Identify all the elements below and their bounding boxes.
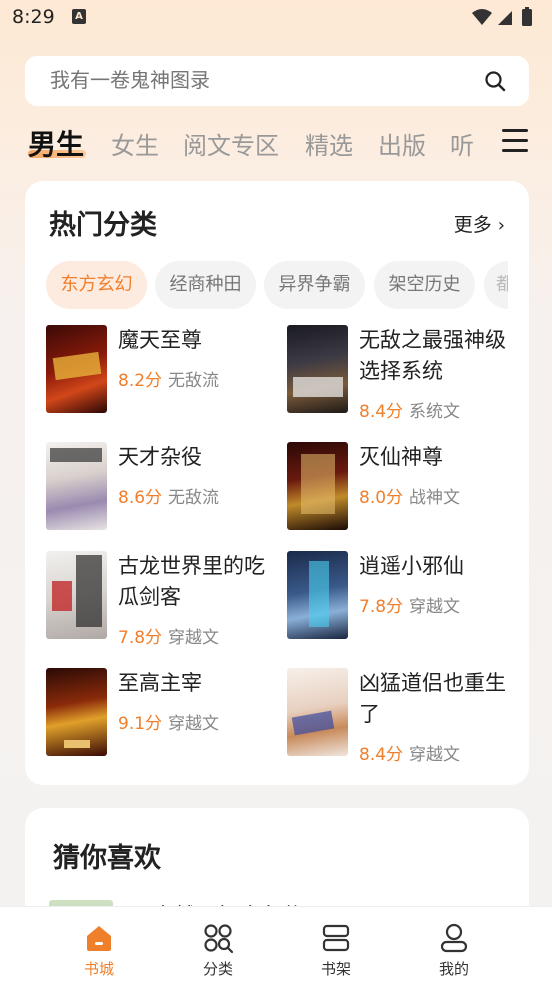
book-meta: 8.2分 无敌流 bbox=[118, 366, 219, 391]
hot-categories-card: 热门分类 更多 › 东方玄幻 经商种田 异界争霸 架空历史 都 魔天至尊 8.2分… bbox=[25, 181, 529, 785]
book-cover bbox=[46, 668, 107, 756]
book-score: 8.4分 bbox=[359, 745, 404, 765]
book-title: 凶猛道侣也重生了 bbox=[359, 671, 506, 726]
category-icon bbox=[204, 924, 234, 954]
book-item[interactable]: 灭仙神尊 8.0分 战神文 bbox=[287, 442, 517, 534]
book-score: 8.2分 bbox=[118, 371, 163, 391]
chip-alt-history[interactable]: 架空历史 bbox=[374, 261, 475, 309]
book-cover bbox=[287, 551, 348, 639]
nav-bookshelf[interactable]: 书架 bbox=[286, 907, 386, 983]
book-score: 9.1分 bbox=[118, 714, 163, 734]
nav-bookstore[interactable]: 书城 bbox=[49, 907, 149, 983]
book-tag: 穿越文 bbox=[409, 597, 461, 617]
search-bar[interactable] bbox=[25, 56, 529, 106]
book-item[interactable]: 逍遥小邪仙 7.8分 穿越文 bbox=[287, 551, 517, 643]
book-score: 7.8分 bbox=[359, 597, 404, 617]
book-cover bbox=[287, 325, 348, 413]
book-score: 8.6分 bbox=[118, 488, 163, 508]
book-tag: 无敌流 bbox=[168, 488, 220, 508]
book-title: 古龙世界里的吃瓜剑客 bbox=[118, 554, 265, 609]
book-meta: 8.4分 系统文 bbox=[359, 397, 460, 422]
book-title: 至高主宰 bbox=[118, 671, 202, 695]
section-title: 热门分类 bbox=[49, 210, 157, 241]
home-icon bbox=[87, 926, 111, 951]
book-title: 逍遥小邪仙 bbox=[359, 554, 464, 578]
nav-category[interactable]: 分类 bbox=[168, 907, 268, 983]
search-icon[interactable] bbox=[483, 69, 507, 93]
book-cover bbox=[287, 668, 348, 756]
chip-otherworld[interactable]: 异界争霸 bbox=[264, 261, 365, 309]
tab-male[interactable]: 男生 bbox=[28, 123, 84, 163]
notification-icon: A bbox=[72, 9, 86, 24]
book-item[interactable]: 天才杂役 8.6分 无敌流 bbox=[46, 442, 276, 534]
tab-yuewen[interactable]: 阅文专区 bbox=[183, 126, 279, 161]
book-meta: 8.0分 战神文 bbox=[359, 483, 460, 508]
book-tag: 穿越文 bbox=[168, 628, 220, 648]
book-tag: 穿越文 bbox=[168, 714, 220, 734]
book-item[interactable]: 无敌之最强神级选择系统 8.4分 系统文 bbox=[287, 325, 517, 422]
search-input[interactable] bbox=[50, 68, 450, 92]
book-title: 无敌之最强神级选择系统 bbox=[359, 328, 506, 383]
menu-icon[interactable] bbox=[502, 129, 528, 155]
book-item[interactable]: 凶猛道侣也重生了 8.4分 穿越文 bbox=[287, 668, 517, 765]
profile-icon bbox=[440, 923, 468, 953]
more-label: 更多 bbox=[453, 214, 492, 236]
book-title: 魔天至尊 bbox=[118, 328, 202, 352]
book-meta: 9.1分 穿越文 bbox=[118, 709, 219, 734]
category-chips: 东方玄幻 经商种田 异界争霸 架空历史 都 bbox=[46, 261, 508, 311]
tab-featured[interactable]: 精选 bbox=[305, 126, 353, 161]
status-time: 8:29 bbox=[12, 6, 55, 28]
chevron-right-icon: › bbox=[497, 215, 505, 236]
section-title: 猜你喜欢 bbox=[53, 843, 161, 874]
chip-urban[interactable]: 都 bbox=[484, 261, 508, 309]
chip-business-farming[interactable]: 经商种田 bbox=[155, 261, 256, 309]
nav-label: 书架 bbox=[320, 960, 351, 978]
chip-eastern-fantasy[interactable]: 东方玄幻 bbox=[46, 261, 147, 309]
more-link[interactable]: 更多 › bbox=[454, 210, 505, 237]
tab-female[interactable]: 女生 bbox=[111, 126, 159, 161]
book-cover bbox=[46, 551, 107, 639]
book-meta: 8.6分 无敌流 bbox=[118, 483, 219, 508]
nav-label: 分类 bbox=[202, 960, 233, 978]
book-cover bbox=[46, 442, 107, 530]
book-score: 7.8分 bbox=[118, 628, 163, 648]
tab-publish[interactable]: 出版 bbox=[378, 126, 426, 161]
book-title: 灭仙神尊 bbox=[359, 445, 443, 469]
book-tag: 穿越文 bbox=[409, 745, 461, 765]
book-item[interactable]: 魔天至尊 8.2分 无敌流 bbox=[46, 325, 276, 417]
book-score: 8.4分 bbox=[359, 402, 404, 422]
book-item[interactable]: 至高主宰 9.1分 穿越文 bbox=[46, 668, 276, 760]
book-cover bbox=[287, 442, 348, 530]
book-meta: 7.8分 穿越文 bbox=[118, 623, 219, 648]
book-cover bbox=[46, 325, 107, 413]
signal-battery-icons bbox=[472, 7, 532, 26]
nav-profile[interactable]: 我的 bbox=[404, 907, 504, 983]
nav-label: 我的 bbox=[438, 960, 469, 978]
book-meta: 7.8分 穿越文 bbox=[359, 592, 460, 617]
channel-tabs: 男生 女生 阅文专区 精选 出版 听 bbox=[0, 120, 552, 168]
bookshelf-icon bbox=[322, 924, 350, 952]
tab-audio[interactable]: 听 bbox=[450, 126, 474, 161]
book-score: 8.0分 bbox=[359, 488, 404, 508]
book-item[interactable]: 古龙世界里的吃瓜剑客 7.8分 穿越文 bbox=[46, 551, 276, 648]
nav-label: 书城 bbox=[83, 960, 114, 978]
book-meta: 8.4分 穿越文 bbox=[359, 740, 460, 765]
book-tag: 系统文 bbox=[409, 402, 461, 422]
status-bar: 8:29 A bbox=[0, 0, 552, 34]
book-tag: 战神文 bbox=[409, 488, 461, 508]
bottom-nav: 书城 分类 书架 我的 bbox=[0, 906, 552, 983]
book-tag: 无敌流 bbox=[168, 371, 220, 391]
book-title: 天才杂役 bbox=[118, 445, 202, 469]
